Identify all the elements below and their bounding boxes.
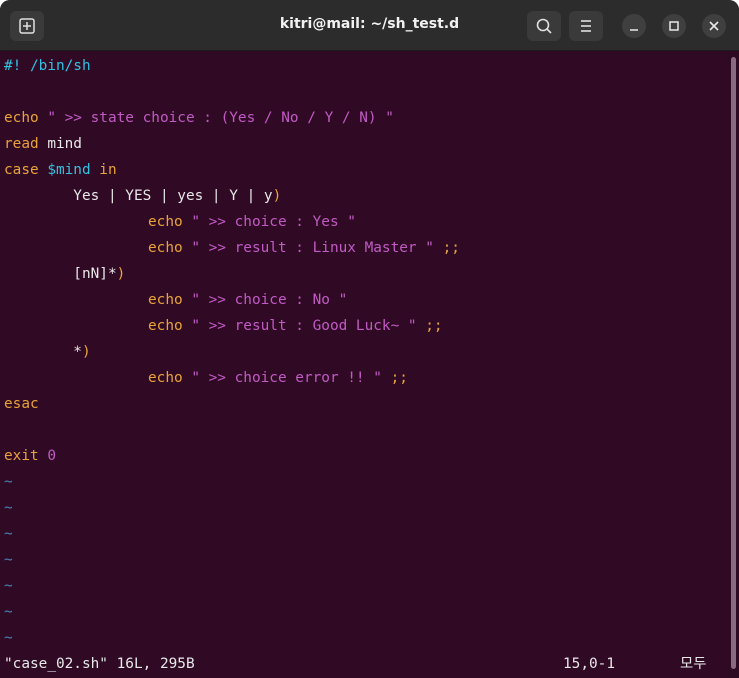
keyword: echo [4, 110, 39, 126]
code-line-10: echo " >> choice : No " [148, 290, 347, 310]
string: " >> state choice : (Yes / No / Y / N) " [38, 110, 394, 126]
keyword: esac [4, 396, 39, 412]
hamburger-menu-icon [581, 20, 591, 32]
empty-line-tilde: ~ [4, 474, 13, 490]
case-pattern: [nN]* [4, 266, 117, 282]
terminal-window: kitri@mail: ~/sh_test.d #! /bin/sh echo … [0, 0, 739, 678]
keyword: echo [148, 318, 183, 334]
code-line-1: #! /bin/sh [4, 56, 91, 76]
code-line-5: case $mind in [4, 160, 117, 180]
code-line-8: echo " >> result : Linux Master " ;; [148, 238, 460, 258]
code-line-4: read mind [4, 134, 82, 154]
code-line-12: *) [4, 342, 91, 362]
code-line-13: echo " >> choice error !! " ;; [148, 368, 408, 388]
scrollbar-thumb[interactable] [731, 57, 736, 669]
string: " >> choice : Yes " [182, 214, 356, 230]
paren: ) [116, 266, 126, 282]
code-line-6: Yes | YES | yes | Y | y) [4, 186, 281, 206]
code-line-14: esac [4, 394, 39, 414]
string: " >> choice : No " [182, 292, 348, 308]
paren: ) [81, 344, 91, 360]
terminal-content[interactable] [0, 51, 728, 678]
keyword: exit [4, 448, 39, 464]
keyword: read [4, 136, 39, 152]
minimize-button[interactable] [622, 14, 646, 38]
text: mind [38, 136, 82, 152]
keyword: in [90, 162, 117, 178]
empty-line-tilde: ~ [4, 578, 13, 594]
scrollbar[interactable] [728, 51, 739, 678]
title-bar[interactable]: kitri@mail: ~/sh_test.d [0, 0, 739, 51]
terminator: ;; [381, 370, 408, 386]
string: " >> result : Linux Master " [182, 240, 434, 256]
shebang: #! /bin/sh [4, 58, 91, 74]
search-icon [536, 18, 552, 34]
menu-button[interactable] [569, 11, 603, 41]
empty-line-tilde: ~ [4, 630, 13, 646]
string: " >> result : Good Luck~ " [182, 318, 417, 334]
case-pattern: Yes | YES | yes | Y | y [4, 188, 273, 204]
empty-line-tilde: ~ [4, 526, 13, 542]
code-line-7: echo " >> choice : Yes " [148, 212, 356, 232]
keyword: echo [148, 214, 183, 230]
keyword: echo [148, 370, 183, 386]
empty-line-tilde: ~ [4, 604, 13, 620]
keyword: echo [148, 292, 183, 308]
status-cursor-position: 15,0-1 [563, 656, 615, 672]
maximize-icon [669, 21, 679, 31]
close-button[interactable] [702, 14, 726, 38]
code-line-9: [nN]*) [4, 264, 125, 284]
keyword: case [4, 162, 39, 178]
paren: ) [272, 188, 282, 204]
status-file-info: "case_02.sh" 16L, 295B [4, 656, 195, 672]
code-line-11: echo " >> result : Good Luck~ " ;; [148, 316, 443, 336]
case-pattern: * [4, 344, 82, 360]
search-button[interactable] [527, 11, 561, 41]
code-line-16: exit 0 [4, 446, 56, 466]
keyword: echo [148, 240, 183, 256]
terminator: ;; [433, 240, 460, 256]
code-line-3: echo " >> state choice : (Yes / No / Y /… [4, 108, 394, 128]
maximize-button[interactable] [662, 14, 686, 38]
minimize-icon [630, 29, 638, 31]
string: " >> choice error !! " [182, 370, 382, 386]
status-scroll: 모두 [680, 656, 707, 672]
empty-line-tilde: ~ [4, 552, 13, 568]
close-icon [709, 21, 719, 31]
terminator: ;; [416, 318, 443, 334]
empty-line-tilde: ~ [4, 500, 13, 516]
number: 0 [38, 448, 56, 464]
variable: $mind [38, 162, 91, 178]
